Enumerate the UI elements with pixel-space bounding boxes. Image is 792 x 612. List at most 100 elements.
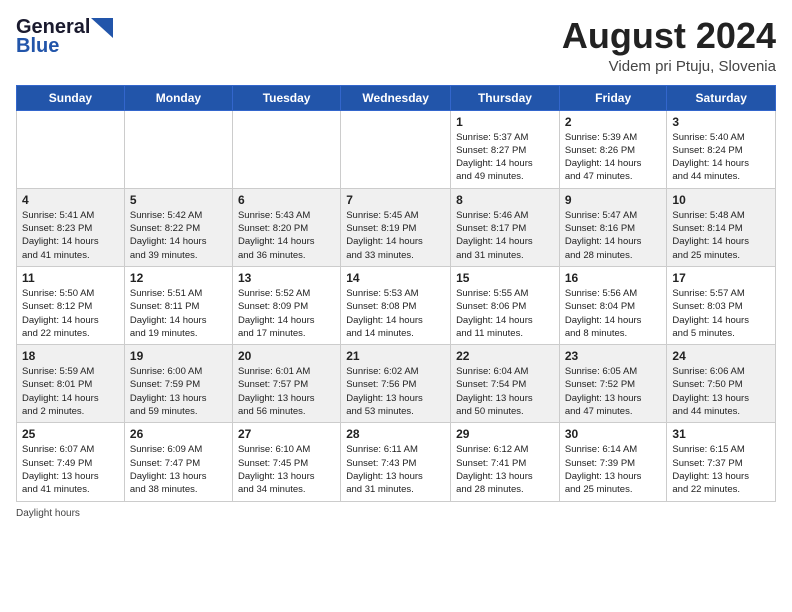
day-info: Sunrise: 6:12 AMSunset: 7:41 PMDaylight:… (456, 443, 554, 496)
logo: General Blue (16, 16, 113, 58)
day-number: 21 (346, 349, 445, 363)
day-number: 8 (456, 193, 554, 207)
table-row: 2 Sunrise: 5:39 AMSunset: 8:26 PMDaylight… (559, 110, 667, 188)
calendar-header-row: Sunday Monday Tuesday Wednesday Thursday… (17, 85, 776, 110)
day-info: Sunrise: 6:11 AMSunset: 7:43 PMDaylight:… (346, 443, 445, 496)
day-number: 6 (238, 193, 335, 207)
table-row: 30 Sunrise: 6:14 AMSunset: 7:39 PMDayligh… (559, 423, 667, 501)
day-info: Sunrise: 6:15 AMSunset: 7:37 PMDaylight:… (672, 443, 770, 496)
day-number: 27 (238, 427, 335, 441)
footer-note: Daylight hours (16, 508, 776, 519)
table-row: 28 Sunrise: 6:11 AMSunset: 7:43 PMDayligh… (341, 423, 451, 501)
calendar-week-row: 11 Sunrise: 5:50 AMSunset: 8:12 PMDayligh… (17, 266, 776, 344)
day-info: Sunrise: 5:43 AMSunset: 8:20 PMDaylight:… (238, 209, 335, 262)
day-number: 14 (346, 271, 445, 285)
table-row: 9 Sunrise: 5:47 AMSunset: 8:16 PMDaylight… (559, 188, 667, 266)
day-info: Sunrise: 5:42 AMSunset: 8:22 PMDaylight:… (130, 209, 227, 262)
daylight-label: Daylight hours (16, 508, 80, 519)
col-sunday: Sunday (17, 85, 125, 110)
table-row: 11 Sunrise: 5:50 AMSunset: 8:12 PMDayligh… (17, 266, 125, 344)
col-wednesday: Wednesday (341, 85, 451, 110)
day-info: Sunrise: 5:55 AMSunset: 8:06 PMDaylight:… (456, 287, 554, 340)
title-block: August 2024 Videm pri Ptuju, Slovenia (562, 16, 776, 75)
day-number: 5 (130, 193, 227, 207)
day-info: Sunrise: 5:37 AMSunset: 8:27 PMDaylight:… (456, 131, 554, 184)
table-row: 7 Sunrise: 5:45 AMSunset: 8:19 PMDaylight… (341, 188, 451, 266)
day-info: Sunrise: 5:40 AMSunset: 8:24 PMDaylight:… (672, 131, 770, 184)
table-row: 22 Sunrise: 6:04 AMSunset: 7:54 PMDayligh… (451, 345, 560, 423)
day-number: 23 (565, 349, 662, 363)
table-row: 20 Sunrise: 6:01 AMSunset: 7:57 PMDayligh… (232, 345, 340, 423)
table-row: 3 Sunrise: 5:40 AMSunset: 8:24 PMDaylight… (667, 110, 776, 188)
day-info: Sunrise: 5:57 AMSunset: 8:03 PMDaylight:… (672, 287, 770, 340)
day-number: 15 (456, 271, 554, 285)
day-info: Sunrise: 5:39 AMSunset: 8:26 PMDaylight:… (565, 131, 662, 184)
day-info: Sunrise: 6:14 AMSunset: 7:39 PMDaylight:… (565, 443, 662, 496)
day-number: 19 (130, 349, 227, 363)
calendar: Sunday Monday Tuesday Wednesday Thursday… (16, 85, 776, 502)
day-number: 17 (672, 271, 770, 285)
calendar-week-row: 1 Sunrise: 5:37 AMSunset: 8:27 PMDaylight… (17, 110, 776, 188)
day-number: 2 (565, 115, 662, 129)
header: General Blue August 2024 Videm pri Ptuju… (16, 16, 776, 75)
table-row: 10 Sunrise: 5:48 AMSunset: 8:14 PMDayligh… (667, 188, 776, 266)
day-number: 9 (565, 193, 662, 207)
day-info: Sunrise: 5:56 AMSunset: 8:04 PMDaylight:… (565, 287, 662, 340)
day-number: 13 (238, 271, 335, 285)
table-row: 24 Sunrise: 6:06 AMSunset: 7:50 PMDayligh… (667, 345, 776, 423)
day-number: 10 (672, 193, 770, 207)
table-row: 13Sunrise: 5:52 AMSunset: 8:09 PMDayligh… (232, 266, 340, 344)
col-thursday: Thursday (451, 85, 560, 110)
table-row: 26 Sunrise: 6:09 AMSunset: 7:47 PMDayligh… (124, 423, 232, 501)
col-tuesday: Tuesday (232, 85, 340, 110)
table-row: 12 Sunrise: 5:51 AMSunset: 8:11 PMDayligh… (124, 266, 232, 344)
table-row: 27Sunrise: 6:10 AMSunset: 7:45 PMDayligh… (232, 423, 340, 501)
day-info: Sunrise: 5:51 AMSunset: 8:11 PMDaylight:… (130, 287, 227, 340)
table-row: 5 Sunrise: 5:42 AMSunset: 8:22 PMDaylight… (124, 188, 232, 266)
table-row: 6 Sunrise: 5:43 AMSunset: 8:20 PMDaylight… (232, 188, 340, 266)
day-info: Sunrise: 6:01 AMSunset: 7:57 PMDaylight:… (238, 365, 335, 418)
calendar-week-row: 18Sunrise: 5:59 AMSunset: 8:01 PMDayligh… (17, 345, 776, 423)
day-number: 24 (672, 349, 770, 363)
day-number: 4 (22, 193, 119, 207)
table-row (232, 110, 340, 188)
day-info: Sunrise: 5:41 AMSunset: 8:23 PMDaylight:… (22, 209, 119, 262)
day-info: Sunrise: 5:45 AMSunset: 8:19 PMDaylight:… (346, 209, 445, 262)
day-number: 26 (130, 427, 227, 441)
calendar-week-row: 4 Sunrise: 5:41 AMSunset: 8:23 PMDaylight… (17, 188, 776, 266)
table-row: 23 Sunrise: 6:05 AMSunset: 7:52 PMDayligh… (559, 345, 667, 423)
day-number: 22 (456, 349, 554, 363)
table-row: 21 Sunrise: 6:02 AMSunset: 7:56 PMDayligh… (341, 345, 451, 423)
location: Videm pri Ptuju, Slovenia (562, 58, 776, 75)
day-info: Sunrise: 5:46 AMSunset: 8:17 PMDaylight:… (456, 209, 554, 262)
day-number: 3 (672, 115, 770, 129)
col-friday: Friday (559, 85, 667, 110)
table-row: 18Sunrise: 5:59 AMSunset: 8:01 PMDayligh… (17, 345, 125, 423)
day-number: 12 (130, 271, 227, 285)
day-info: Sunrise: 5:48 AMSunset: 8:14 PMDaylight:… (672, 209, 770, 262)
table-row: 29 Sunrise: 6:12 AMSunset: 7:41 PMDayligh… (451, 423, 560, 501)
day-info: Sunrise: 6:02 AMSunset: 7:56 PMDaylight:… (346, 365, 445, 418)
day-info: Sunrise: 6:06 AMSunset: 7:50 PMDaylight:… (672, 365, 770, 418)
table-row (17, 110, 125, 188)
day-number: 1 (456, 115, 554, 129)
day-info: Sunrise: 6:05 AMSunset: 7:52 PMDaylight:… (565, 365, 662, 418)
day-number: 30 (565, 427, 662, 441)
table-row: 31Sunrise: 6:15 AMSunset: 7:37 PMDayligh… (667, 423, 776, 501)
day-number: 20 (238, 349, 335, 363)
table-row: 8 Sunrise: 5:46 AMSunset: 8:17 PMDaylight… (451, 188, 560, 266)
day-info: Sunrise: 5:50 AMSunset: 8:12 PMDaylight:… (22, 287, 119, 340)
month-year: August 2024 (562, 16, 776, 56)
table-row: 4 Sunrise: 5:41 AMSunset: 8:23 PMDaylight… (17, 188, 125, 266)
table-row: 14Sunrise: 5:53 AMSunset: 8:08 PMDayligh… (341, 266, 451, 344)
day-info: Sunrise: 6:04 AMSunset: 7:54 PMDaylight:… (456, 365, 554, 418)
day-number: 29 (456, 427, 554, 441)
day-number: 7 (346, 193, 445, 207)
page: General Blue August 2024 Videm pri Ptuju… (0, 0, 792, 612)
day-info: Sunrise: 6:09 AMSunset: 7:47 PMDaylight:… (130, 443, 227, 496)
day-number: 11 (22, 271, 119, 285)
table-row: 16Sunrise: 5:56 AMSunset: 8:04 PMDayligh… (559, 266, 667, 344)
day-number: 28 (346, 427, 445, 441)
table-row: 17 Sunrise: 5:57 AMSunset: 8:03 PMDayligh… (667, 266, 776, 344)
day-info: Sunrise: 5:47 AMSunset: 8:16 PMDaylight:… (565, 209, 662, 262)
